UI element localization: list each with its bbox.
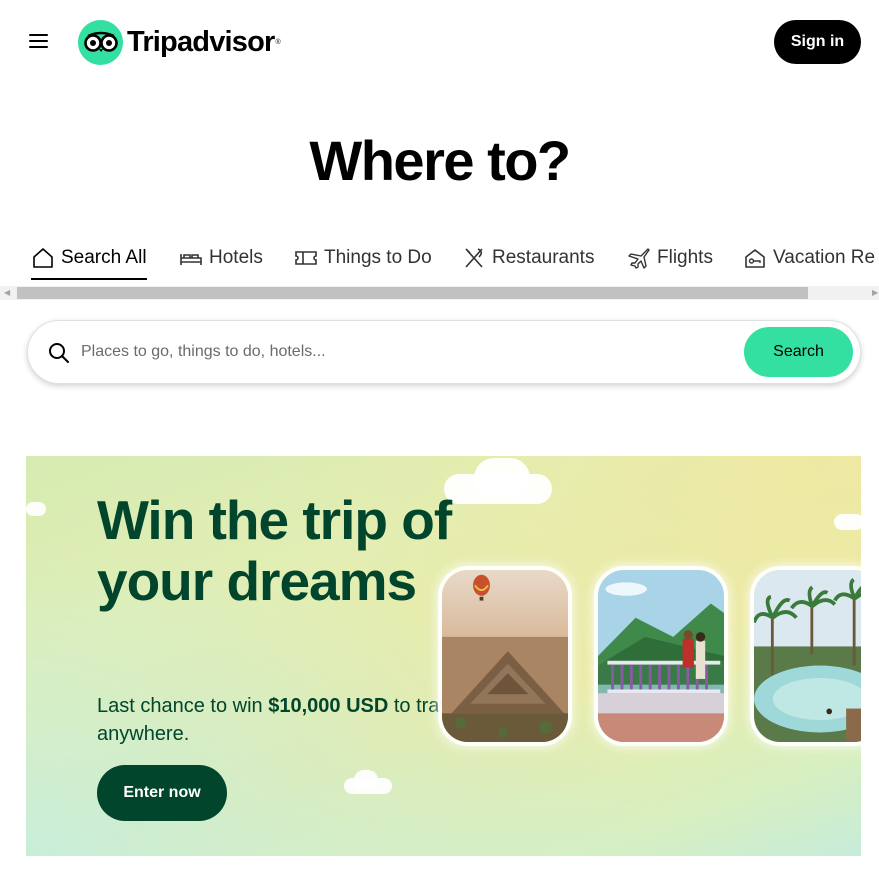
mountain-balcony-photo — [594, 566, 728, 746]
tab-restaurants[interactable]: Restaurants — [462, 236, 594, 280]
tab-hotels[interactable]: Hotels — [179, 236, 263, 280]
pyramid-balloon-photo — [438, 566, 572, 746]
tab-label: Hotels — [209, 247, 263, 268]
tab-vacation-rentals[interactable]: Vacation Re — [743, 236, 875, 280]
house-key-icon — [745, 249, 765, 268]
cloud-decoration — [834, 514, 861, 530]
scrollbar-thumb[interactable] — [17, 287, 808, 299]
owl-eyes-icon — [78, 19, 123, 65]
tab-things-to-do[interactable]: Things to Do — [294, 236, 432, 280]
tab-label: Flights — [657, 247, 713, 268]
registered-mark: ® — [275, 38, 281, 46]
tab-label: Vacation Re — [773, 247, 876, 268]
cloud-decoration — [26, 502, 46, 516]
search-input[interactable] — [81, 335, 741, 369]
logo-wordmark: Tripadvisor — [127, 25, 275, 58]
magnifier-icon — [49, 343, 69, 363]
promo-title: Win the trip of your dreams — [97, 489, 452, 612]
palm-pool-photo — [750, 566, 861, 746]
ticket-icon — [295, 251, 317, 265]
page-title: Where to? — [309, 129, 571, 192]
site-header: Tripadvisor ® Sign in — [0, 0, 879, 84]
tab-label: Things to Do — [324, 247, 432, 268]
tripadvisor-logo[interactable]: Tripadvisor ® — [78, 19, 281, 65]
scroll-right-arrow-icon[interactable]: ▶ — [872, 289, 879, 297]
promo-sub-prefix: Last chance to win — [97, 695, 269, 717]
hamburger-menu-icon[interactable] — [27, 30, 51, 50]
cloud-decoration — [354, 770, 378, 790]
search-button[interactable]: Search — [744, 327, 853, 377]
airplane-icon — [628, 248, 650, 269]
promo-subtitle: Last chance to win $10,000 USD to travel… — [97, 692, 477, 748]
enter-now-button[interactable]: Enter now — [97, 765, 227, 821]
promo-banner: Win the trip of your dreams Last chance … — [26, 456, 861, 856]
tab-label: Search All — [61, 247, 147, 268]
bed-icon — [180, 254, 202, 265]
sign-in-button[interactable]: Sign in — [774, 20, 861, 64]
house-icon — [33, 248, 53, 268]
search-category-tabs: Search All Hotels Things to Do Restauran… — [0, 236, 879, 284]
tab-label: Restaurants — [492, 247, 595, 268]
tab-search-all[interactable]: Search All — [31, 236, 147, 280]
tab-flights[interactable]: Flights — [627, 236, 713, 280]
search-bar: Search — [27, 320, 861, 384]
cloud-decoration — [474, 458, 530, 498]
scroll-left-arrow-icon[interactable]: ◀ — [4, 289, 12, 297]
prize-amount: $10,000 USD — [268, 695, 389, 717]
fork-knife-icon — [465, 248, 483, 268]
tabs-scrollbar[interactable]: ◀ ▶ — [0, 286, 879, 300]
